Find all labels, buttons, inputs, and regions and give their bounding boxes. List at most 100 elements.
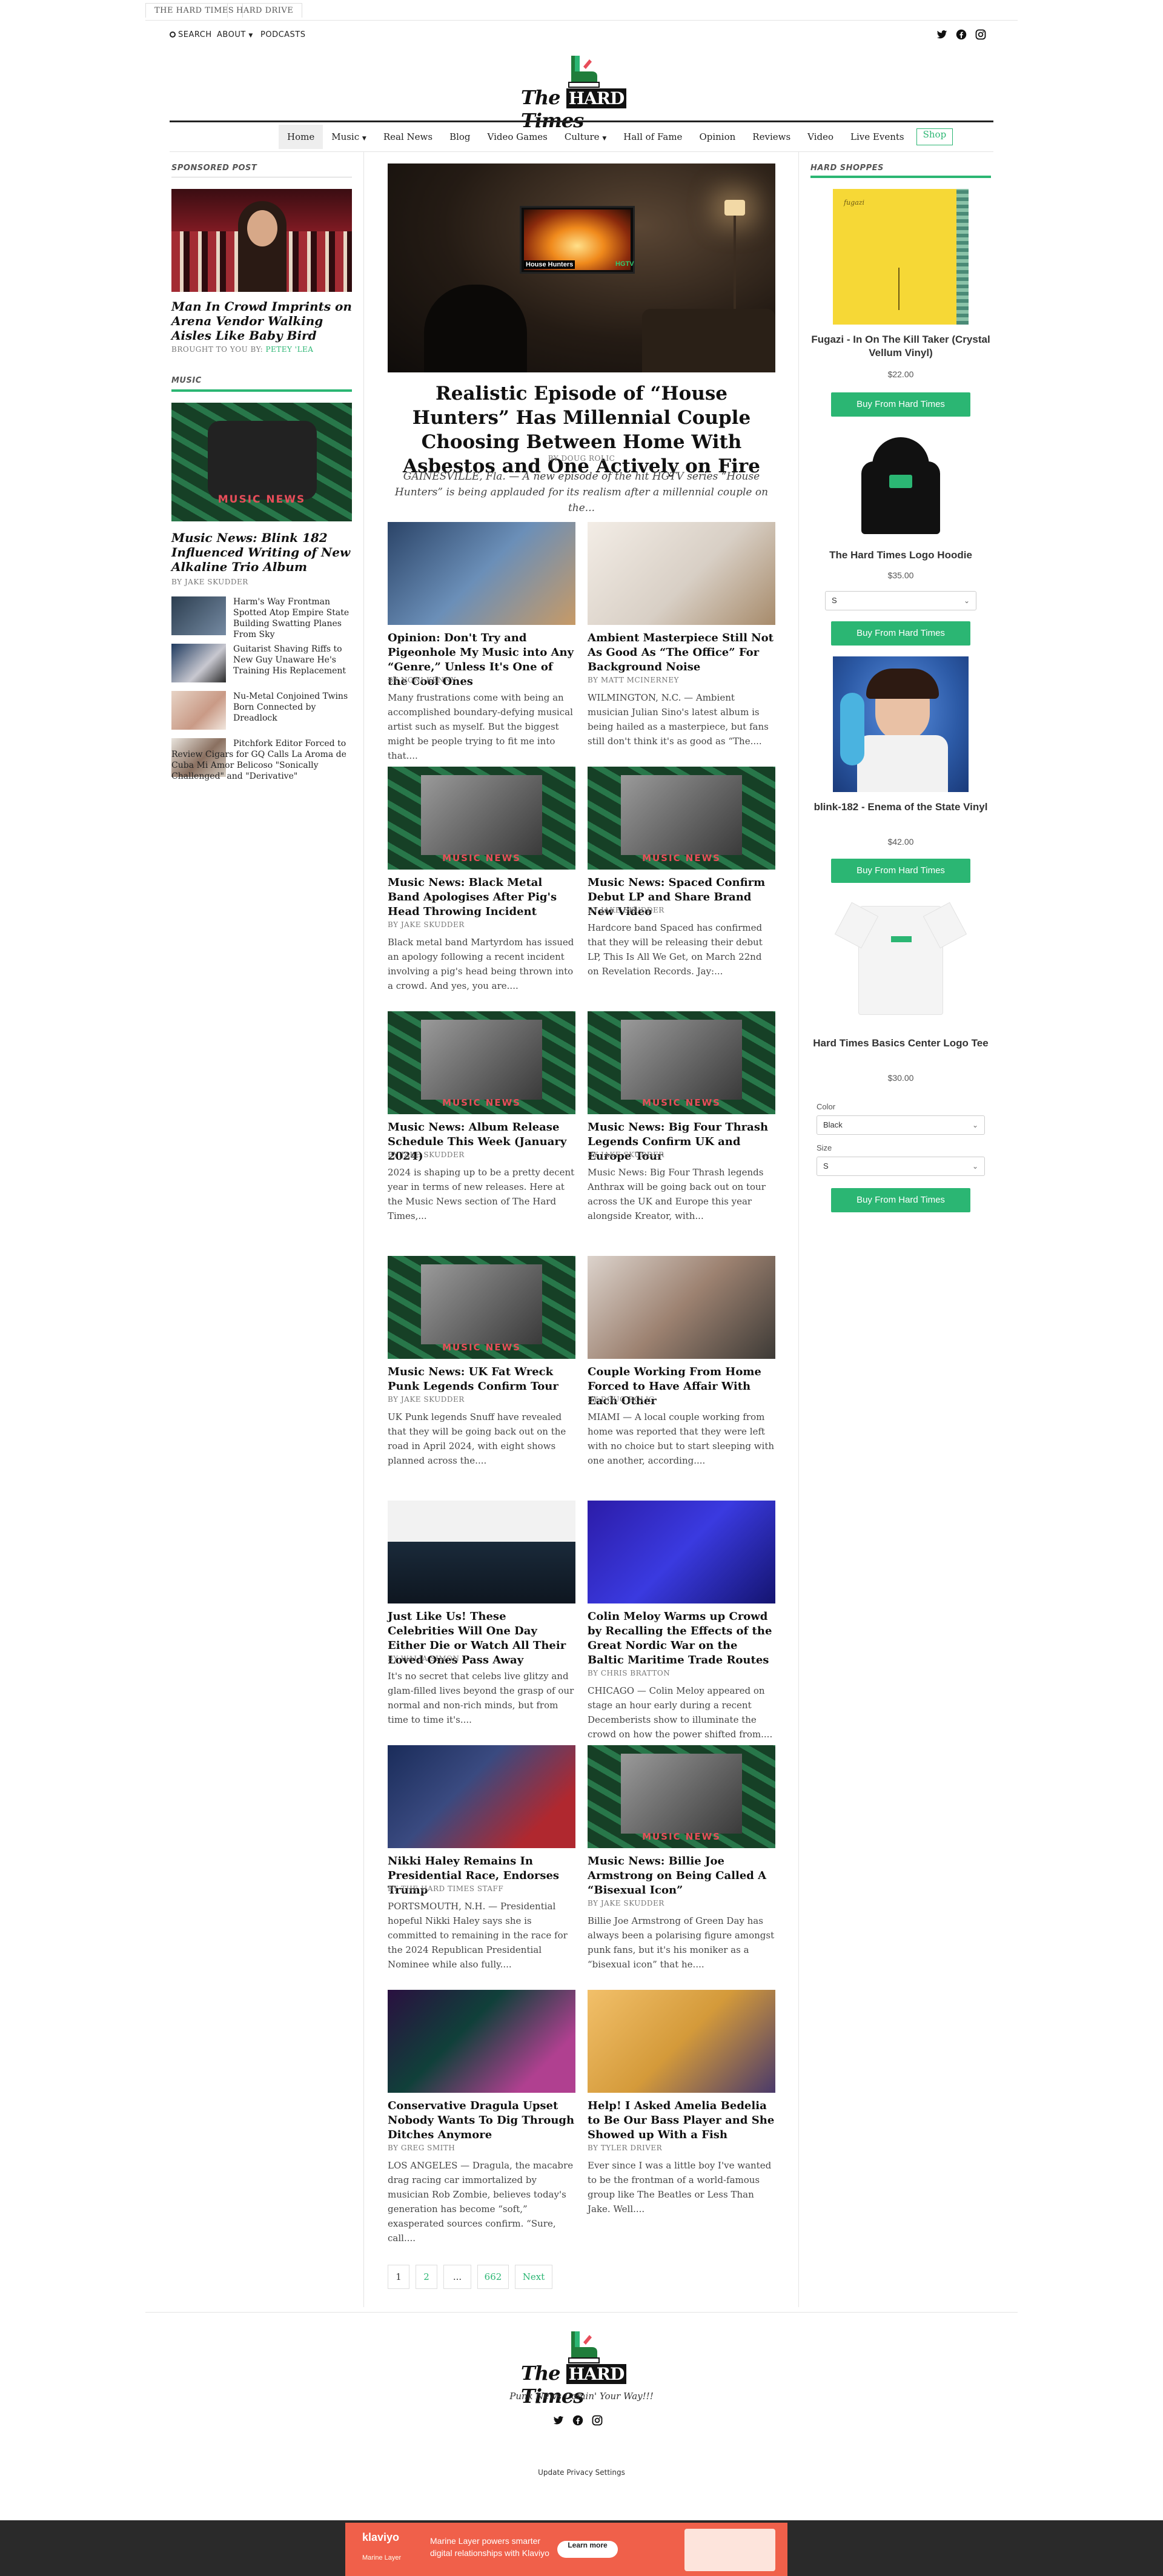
product-image-tee[interactable] <box>833 894 969 1029</box>
article-byline: BY MATT MCINERNEY <box>588 676 679 684</box>
facebook-icon[interactable] <box>572 2415 583 2428</box>
article-title[interactable]: Colin Meloy Warms up Crowd by Recalling … <box>588 1610 775 1668</box>
mini-title[interactable]: Pitchfork Editor Forced to Review Cigars… <box>171 738 352 782</box>
mini-title[interactable]: Guitarist Shaving Riffs to New Guy Unawa… <box>233 644 352 676</box>
nav-blog[interactable]: Blog <box>441 125 479 149</box>
article-image[interactable] <box>388 522 575 625</box>
article-image[interactable]: MUSIC NEWS <box>588 1745 775 1848</box>
privacy-settings-link[interactable]: Update Privacy Settings <box>0 2468 1163 2477</box>
nav-reviews[interactable]: Reviews <box>744 125 799 149</box>
article-excerpt: CHICAGO — Colin Meloy appeared on stage … <box>588 1685 773 1740</box>
article-title[interactable]: Conservative Dragula Upset Nobody Wants … <box>388 2099 575 2142</box>
article-image[interactable]: MUSIC NEWS <box>588 1011 775 1114</box>
twitter-icon[interactable] <box>553 2415 564 2428</box>
shop-rule <box>810 176 991 178</box>
music-feature-title[interactable]: Music News: Blink 182 Influenced Writing… <box>171 530 352 574</box>
article-byline: BY JAKE SKUDDER <box>388 920 465 929</box>
music-news-banner: MUSIC NEWS <box>442 1097 521 1108</box>
article-image[interactable] <box>388 1501 575 1603</box>
buy-button[interactable]: Buy From Hard Times <box>831 392 970 417</box>
mini-thumb[interactable] <box>171 691 226 730</box>
ad-text-1: Marine Layer powers smarter <box>430 2536 541 2546</box>
article-byline: BY CHRIS BRATTON <box>588 1669 671 1677</box>
size-select[interactable]: S ⌄ <box>825 591 976 610</box>
music-feature-image[interactable]: MUSIC NEWS <box>171 403 352 521</box>
chevron-down-icon: ⌄ <box>963 596 970 605</box>
ad-banner[interactable]: klaviyo Marine Layer Marine Layer powers… <box>345 2523 787 2576</box>
tab-hard-drive[interactable]: HARD DRIVE <box>227 3 303 18</box>
right-column-divider <box>798 151 799 2307</box>
nav-opinion[interactable]: Opinion <box>691 125 744 149</box>
ad-cta-button[interactable]: Learn more <box>557 2541 618 2558</box>
buy-button[interactable]: Buy From Hard Times <box>831 1188 970 1212</box>
instagram-icon[interactable] <box>975 29 986 42</box>
chevron-down-icon: ⌄ <box>972 1121 978 1129</box>
product-price: $30.00 <box>887 1073 914 1083</box>
buy-button[interactable]: Buy From Hard Times <box>831 621 970 646</box>
chevron-down-icon: ▼ <box>602 136 607 142</box>
nav-live-events[interactable]: Live Events <box>842 125 913 149</box>
article-image[interactable]: MUSIC NEWS <box>588 767 775 870</box>
facebook-icon[interactable] <box>956 29 967 42</box>
mini-title[interactable]: Harm's Way Frontman Spotted Atop Empire … <box>233 596 352 640</box>
hero-image[interactable]: House Hunters HGTV <box>388 163 775 372</box>
color-select[interactable]: Black ⌄ <box>817 1115 985 1135</box>
nav-hall-of-fame[interactable]: Hall of Fame <box>615 125 691 149</box>
buy-button[interactable]: Buy From Hard Times <box>831 859 970 883</box>
sponsored-title[interactable]: Man In Crowd Imprints on Arena Vendor Wa… <box>171 299 352 343</box>
article-title[interactable]: Music News: Black Metal Band Apologises … <box>388 876 575 919</box>
chevron-down-icon: ▼ <box>248 33 253 39</box>
product-name[interactable]: blink-182 - Enema of the State Vinyl <box>810 801 991 814</box>
article-image[interactable]: MUSIC NEWS <box>388 767 575 870</box>
article-image-photo <box>421 775 542 855</box>
nav-video-games[interactable]: Video Games <box>479 125 556 149</box>
nav-video[interactable]: Video <box>799 125 842 149</box>
product-image-blink182[interactable] <box>833 656 969 792</box>
article-title[interactable]: Music News: UK Fat Wreck Punk Legends Co… <box>388 1365 575 1394</box>
article-excerpt: Ever since I was a little boy I've wante… <box>588 2160 772 2214</box>
mini-thumb[interactable] <box>171 644 226 682</box>
article-image[interactable]: MUSIC NEWS <box>388 1011 575 1114</box>
article-title[interactable]: Help! I Asked Amelia Bedelia to Be Our B… <box>588 2099 775 2142</box>
product-name[interactable]: Fugazi - In On The Kill Taker (Crystal V… <box>810 333 991 360</box>
article-image[interactable] <box>388 1745 575 1848</box>
article-image[interactable] <box>588 522 775 625</box>
mini-title[interactable]: Nu-Metal Conjoined Twins Born Connected … <box>233 691 352 724</box>
search-link[interactable]: SEARCH <box>170 30 212 39</box>
page-2[interactable]: 2 <box>416 2265 437 2289</box>
product-name[interactable]: The Hard Times Logo Hoodie <box>810 549 991 562</box>
size-select[interactable]: S ⌄ <box>817 1157 985 1176</box>
page-ellipsis: ... <box>443 2265 471 2289</box>
hero-title[interactable]: Realistic Episode of “House Hunters” Has… <box>388 381 775 478</box>
twitter-icon[interactable] <box>936 29 947 42</box>
product-image-fugazi[interactable]: fugazi <box>833 189 969 325</box>
article-title[interactable]: Ambient Masterpiece Still Not As Good As… <box>588 631 775 675</box>
music-section-label: MUSIC <box>171 376 202 385</box>
article-title[interactable]: Music News: Billie Joe Armstrong on Bein… <box>588 1854 775 1898</box>
article-image[interactable] <box>388 1990 575 2093</box>
nav-home[interactable]: Home <box>279 125 323 149</box>
about-menu[interactable]: ABOUT ▼ <box>217 30 253 39</box>
nav-shop-button[interactable]: Shop <box>916 128 953 145</box>
podcasts-link[interactable]: PODCASTS <box>260 30 306 39</box>
product-image-hoodie[interactable] <box>848 431 953 537</box>
article-image[interactable] <box>588 1501 775 1603</box>
article-image[interactable]: MUSIC NEWS <box>388 1256 575 1359</box>
article-image[interactable] <box>588 1256 775 1359</box>
nav-music[interactable]: Music ▼ <box>323 125 375 149</box>
mini-thumb[interactable] <box>171 596 226 635</box>
size-label: Size <box>817 1143 832 1152</box>
music-news-banner: MUSIC NEWS <box>642 853 721 864</box>
next-page-button[interactable]: Next <box>515 2265 552 2289</box>
page-1[interactable]: 1 <box>388 2265 409 2289</box>
instagram-icon[interactable] <box>592 2415 603 2428</box>
article-image-photo <box>621 1020 742 1100</box>
nav-real-news[interactable]: Real News <box>375 125 441 149</box>
page-last[interactable]: 662 <box>477 2265 509 2289</box>
product-price: $35.00 <box>887 570 914 580</box>
article-image[interactable] <box>588 1990 775 2093</box>
sponsored-image[interactable] <box>171 189 352 292</box>
sponsored-label: SPONSORED POST <box>171 163 257 173</box>
nav-culture[interactable]: Culture ▼ <box>556 125 615 149</box>
product-name[interactable]: Hard Times Basics Center Logo Tee <box>810 1037 991 1050</box>
